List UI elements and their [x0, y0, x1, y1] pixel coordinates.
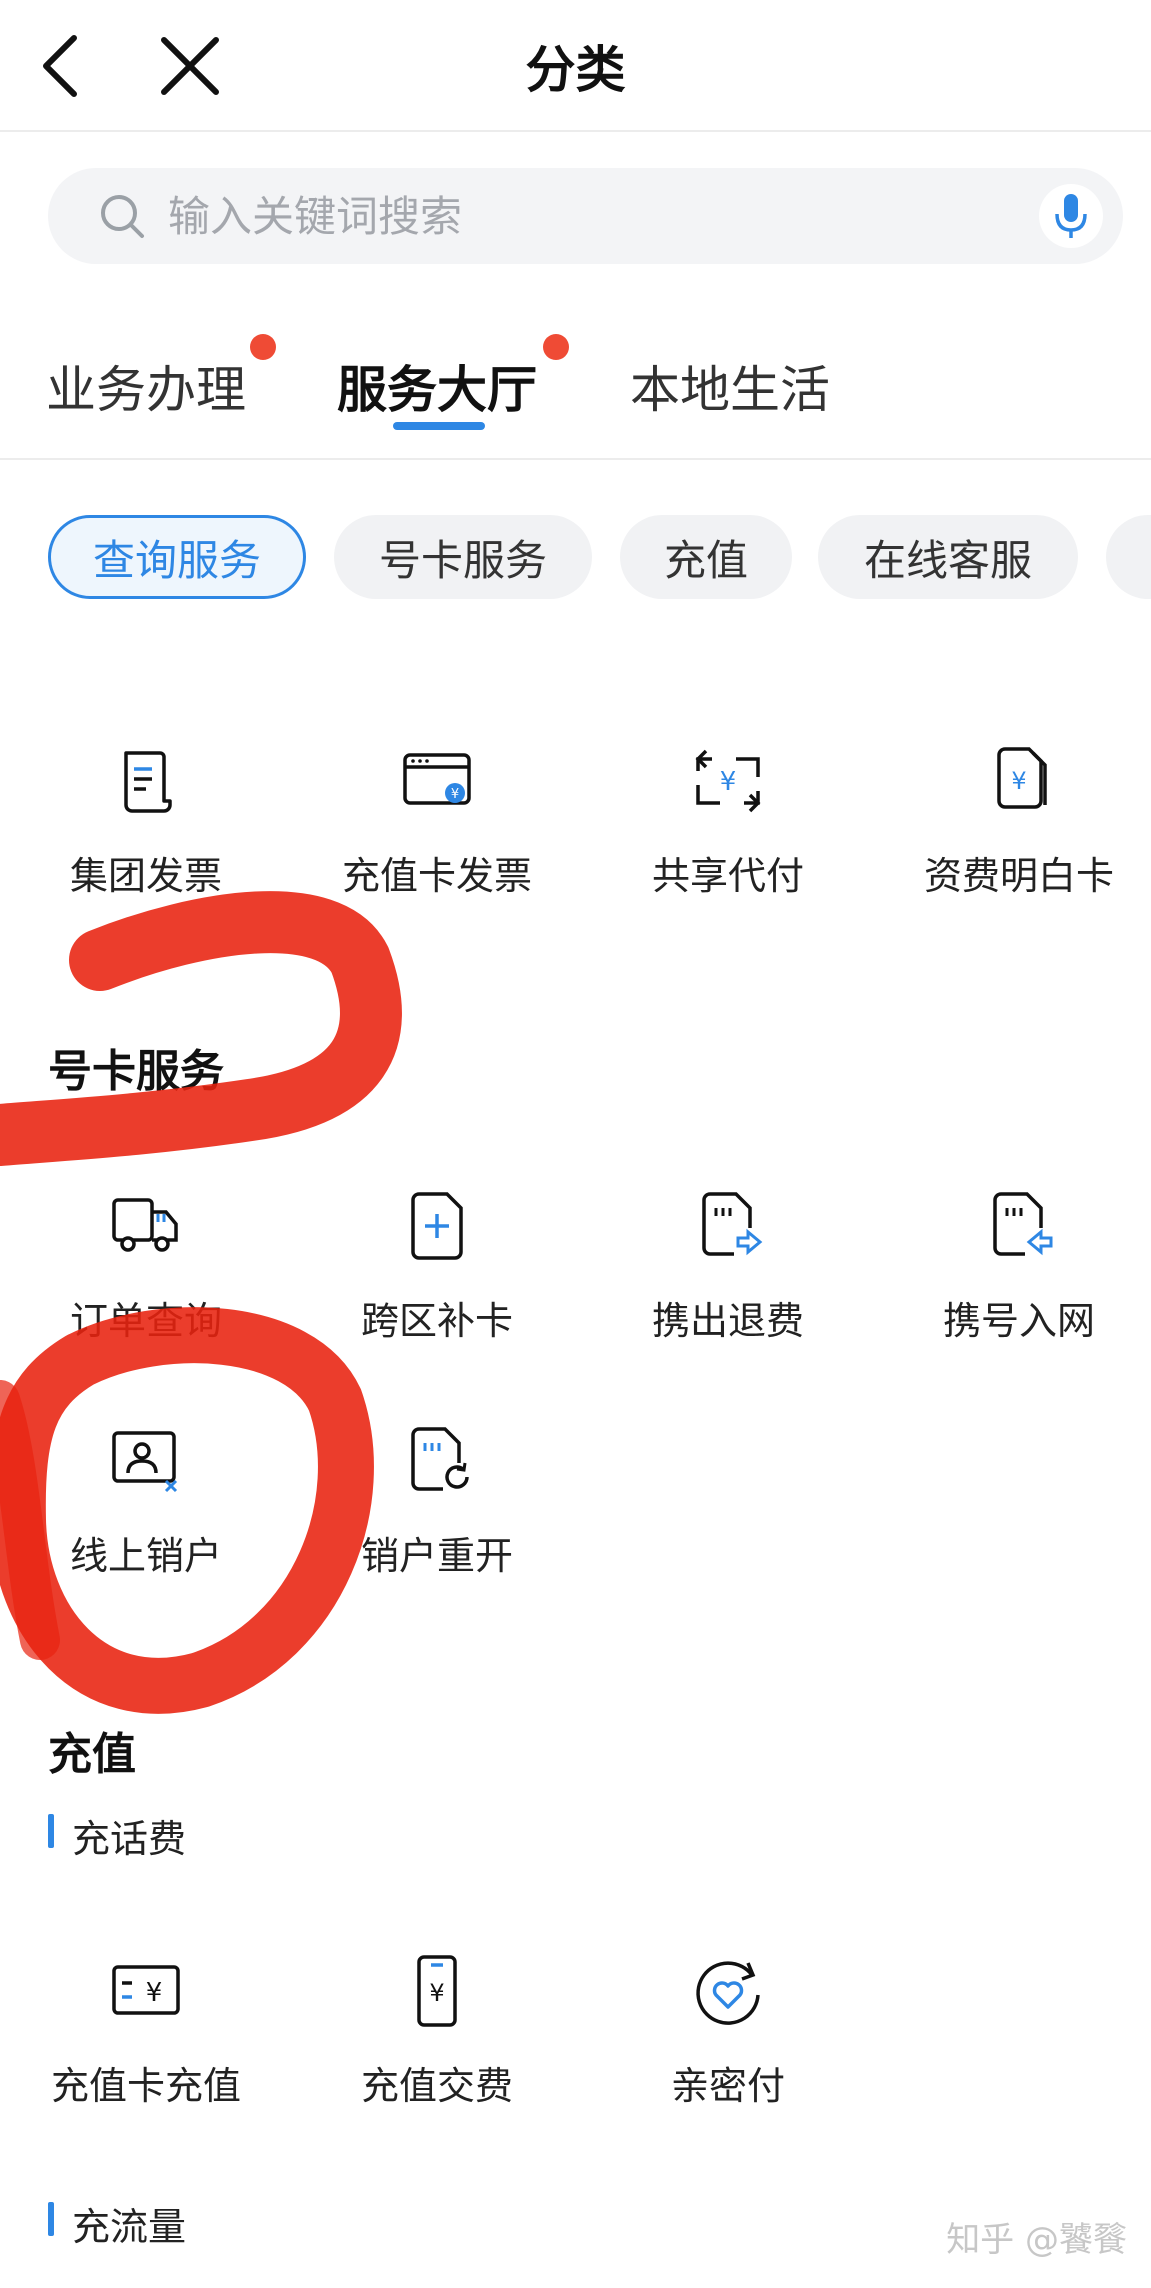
chip-label: 在线客服: [863, 535, 1032, 585]
grid-item-card-invoice[interactable]: ¥ 充值卡发票: [307, 745, 567, 905]
grid-item-online-cancel[interactable]: 线上销户: [16, 1425, 276, 1585]
chip-label: 号卡服务: [378, 535, 547, 585]
grid-item-port-in[interactable]: 携号入网: [889, 1190, 1149, 1350]
chip-online-support[interactable]: 在线客服: [818, 515, 1078, 599]
grid-item-cross-region-card[interactable]: 跨区补卡: [307, 1190, 567, 1350]
chip-label: 查询服务: [92, 535, 261, 585]
grid-item-group-invoice[interactable]: 集团发票: [16, 745, 276, 905]
grid-item-card-recharge[interactable]: ¥ 充值卡充值: [16, 1955, 276, 2115]
top-nav-bar: 分类: [0, 0, 1151, 132]
grid-item-order-query[interactable]: 订单查询: [16, 1190, 276, 1350]
watermark: 知乎 @饕餮: [946, 2220, 1127, 2260]
tab-label: 服务大厅: [337, 361, 537, 419]
account-cancel-icon: [112, 1431, 178, 1493]
tab-label: 业务办理: [46, 361, 246, 419]
tab-service-hall[interactable]: 服务大厅: [337, 350, 537, 422]
active-tab-indicator: [393, 422, 485, 430]
grid-item-label: 充值卡发票: [341, 854, 532, 898]
subsection-label: 充话费: [72, 1817, 187, 1861]
grid-item-intimate-pay[interactable]: 亲密付: [598, 1955, 858, 2115]
search-bar[interactable]: [48, 168, 1123, 264]
voice-search-button[interactable]: [1039, 184, 1103, 248]
notification-dot: [250, 334, 276, 360]
invoice-icon: [124, 751, 172, 813]
grid-item-shared-pay[interactable]: ¥ 共享代付: [598, 745, 858, 905]
chip-label: 充值: [663, 535, 748, 585]
search-input[interactable]: [168, 168, 968, 264]
chip-more[interactable]: [1106, 515, 1151, 599]
grid-item-label: 集团发票: [69, 854, 222, 898]
subsection-label: 充流量: [72, 2205, 187, 2249]
chip-query-service[interactable]: 查询服务: [48, 515, 306, 599]
subsection-marker: [48, 1814, 54, 1848]
section-title-recharge: 充值: [48, 1729, 136, 1780]
grid-item-label: 亲密付: [670, 2064, 785, 2108]
grid-item-label: 携出退费: [651, 1299, 804, 1343]
grid-item-reopen[interactable]: 销户重开: [307, 1425, 567, 1585]
grid-item-port-out-refund[interactable]: 携出退费: [598, 1190, 858, 1350]
grid-item-label: 资费明白卡: [923, 854, 1114, 898]
sim-in-icon: [993, 1192, 1053, 1256]
notification-dot: [543, 334, 569, 360]
sim-out-icon: [702, 1192, 763, 1256]
phone-pay-icon: ¥: [417, 1955, 457, 2027]
tariff-card-icon: ¥: [997, 747, 1047, 809]
section-title-card-service: 号卡服务: [48, 1046, 224, 1097]
delivery-truck-icon: [112, 1198, 178, 1252]
grid-item-label: 充值卡充值: [50, 2064, 241, 2108]
page-title: 分类: [525, 41, 626, 99]
tab-local-life[interactable]: 本地生活: [630, 350, 830, 422]
grid-item-label: 携号入网: [942, 1299, 1095, 1343]
grid-item-label: 销户重开: [360, 1534, 513, 1578]
svg-text:¥: ¥: [451, 787, 459, 802]
chip-card-service[interactable]: 号卡服务: [334, 515, 592, 599]
grid-item-label: 线上销户: [69, 1534, 222, 1578]
category-chips: 查询服务 号卡服务 充值 在线客服: [0, 515, 1151, 603]
subsection-phone-bill: 充话费: [48, 1808, 186, 1863]
svg-text:¥: ¥: [429, 1979, 444, 2007]
microphone-icon: [1055, 194, 1087, 238]
grid-item-recharge-pay[interactable]: ¥ 充值交费: [307, 1955, 567, 2115]
tab-business[interactable]: 业务办理: [46, 350, 246, 422]
shared-pay-icon: ¥: [695, 749, 761, 813]
tab-label: 本地生活: [630, 361, 830, 419]
sim-add-icon: [411, 1192, 463, 1260]
recharge-card-icon: ¥: [112, 1965, 180, 2015]
main-tab-bar: 业务办理 服务大厅 本地生活: [0, 330, 1151, 460]
svg-text:¥: ¥: [146, 1978, 163, 2008]
chip-recharge[interactable]: 充值: [620, 515, 792, 599]
svg-text:¥: ¥: [720, 767, 737, 797]
sim-reopen-icon: [411, 1427, 469, 1491]
grid-item-label: 订单查询: [69, 1299, 222, 1343]
heart-pay-icon: [696, 1961, 760, 2025]
subsection-marker: [48, 2202, 54, 2236]
svg-text:¥: ¥: [1011, 767, 1026, 795]
search-icon: [101, 195, 144, 238]
subsection-data-recharge: 充流量: [48, 2196, 186, 2251]
grid-item-label: 共享代付: [651, 854, 804, 898]
grid-item-label: 跨区补卡: [360, 1299, 513, 1343]
grid-item-tariff-card[interactable]: ¥ 资费明白卡: [889, 745, 1149, 905]
annotation-stroke-1: [0, 891, 402, 1166]
card-invoice-icon: ¥: [403, 753, 471, 805]
grid-item-label: 充值交费: [360, 2064, 513, 2108]
